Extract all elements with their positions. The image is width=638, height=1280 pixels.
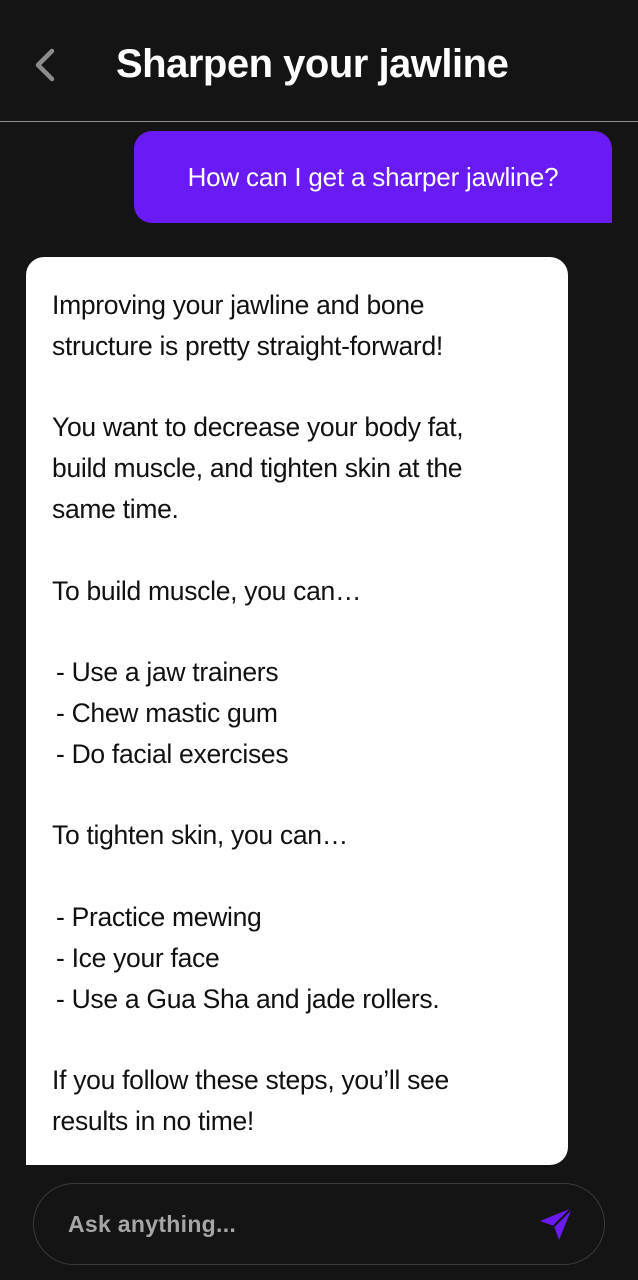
composer-bar bbox=[33, 1183, 605, 1265]
chat-screen: Sharpen your jawline How can I get a sha… bbox=[0, 0, 638, 1280]
goal-line: You want to decrease your body fat, bbox=[52, 412, 464, 443]
goal-line: same time. bbox=[52, 493, 179, 524]
muscle-list-item: - Use a jaw trainers bbox=[56, 657, 279, 688]
page-title: Sharpen your jawline bbox=[116, 42, 509, 86]
skin-heading: To tighten skin, you can… bbox=[52, 820, 348, 851]
back-button[interactable] bbox=[22, 40, 68, 90]
closing-line: results in no time! bbox=[52, 1105, 254, 1136]
skin-list-item: - Practice mewing bbox=[56, 901, 262, 932]
send-icon bbox=[540, 1206, 574, 1240]
skin-list-item: - Ice your face bbox=[56, 942, 220, 973]
skin-list-item: - Use a Gua Sha and jade rollers. bbox=[56, 983, 440, 1014]
muscle-list-item: - Chew mastic gum bbox=[56, 697, 278, 728]
intro-line: Improving your jawline and bone bbox=[52, 290, 425, 320]
header-bar: Sharpen your jawline bbox=[0, 0, 638, 122]
muscle-heading: To build muscle, you can… bbox=[52, 575, 362, 606]
goal-line: build muscle, and tighten skin at the bbox=[52, 453, 463, 484]
chevron-left-icon bbox=[35, 48, 55, 82]
send-button[interactable] bbox=[534, 1202, 578, 1246]
intro-line: structure is pretty straight-forward! bbox=[52, 330, 443, 361]
assistant-message-bubble: Improving your jawline and bone structur… bbox=[26, 257, 568, 1165]
ask-input[interactable] bbox=[68, 1206, 508, 1242]
user-message-text: How can I get a sharper jawline? bbox=[187, 161, 559, 192]
user-message-bubble: How can I get a sharper jawline? bbox=[134, 131, 612, 223]
closing-line: If you follow these steps, you’ll see bbox=[52, 1065, 449, 1096]
muscle-list-item: - Do facial exercises bbox=[56, 738, 289, 769]
